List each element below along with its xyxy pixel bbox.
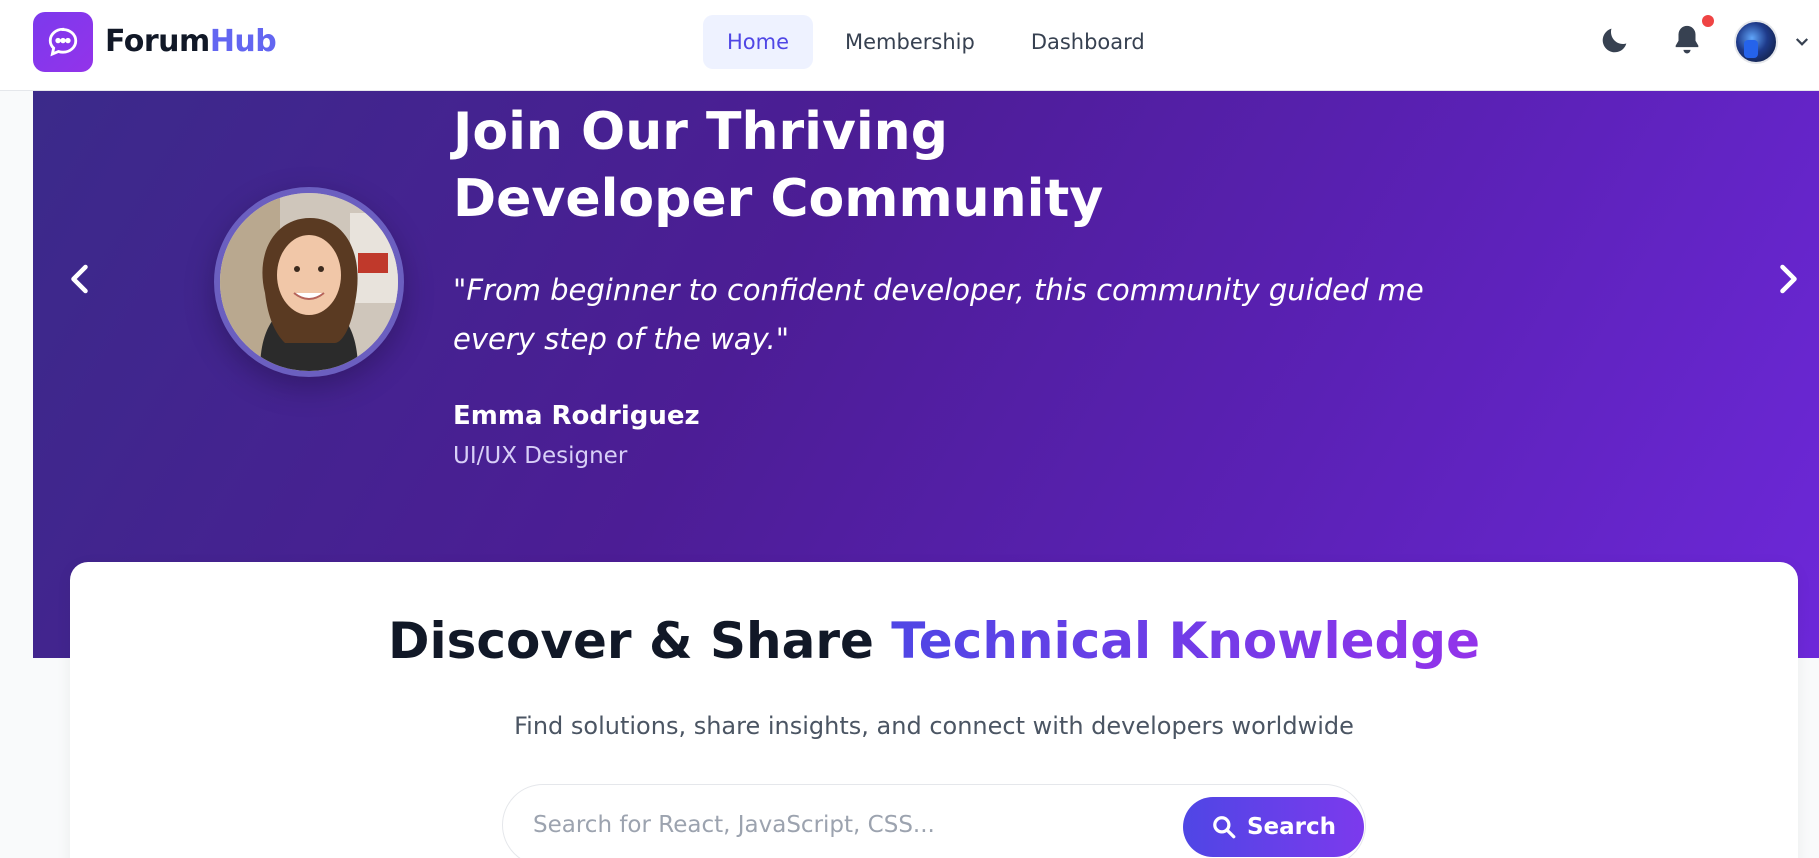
search-input[interactable]	[533, 805, 1153, 845]
testimonial-author: Emma Rodriguez	[453, 401, 700, 431]
brand-main: Forum	[105, 24, 210, 59]
chat-bubble-icon	[48, 27, 78, 57]
moon-icon[interactable]	[1598, 23, 1632, 57]
search-icon	[1213, 816, 1236, 839]
top-navbar: ForumHub Home Membership Dashboard	[0, 0, 1819, 91]
title-accent: Technical Knowledge	[891, 612, 1480, 670]
testimonial-role: UI/UX Designer	[453, 443, 628, 469]
search-button[interactable]: Search	[1183, 797, 1364, 857]
notification-dot	[1702, 15, 1714, 27]
search-section-title: Discover & Share Technical Knowledge	[70, 612, 1798, 670]
brand-accent: Hub	[209, 24, 277, 59]
chevron-left-icon[interactable]	[63, 261, 99, 297]
search-button-label: Search	[1246, 814, 1337, 840]
brand-name[interactable]: ForumHub	[105, 24, 277, 59]
nav-membership[interactable]: Membership	[821, 15, 999, 69]
logo[interactable]	[33, 12, 93, 72]
chevron-down-icon[interactable]	[1793, 33, 1811, 51]
main-nav: Home Membership Dashboard	[703, 15, 1169, 69]
chevron-right-icon[interactable]	[1769, 261, 1805, 297]
person-photo	[220, 193, 398, 371]
testimonial-quote: "From beginner to confident developer, t…	[453, 273, 1424, 356]
search-card: Discover & Share Technical Knowledge Fin…	[70, 562, 1798, 858]
nav-home[interactable]: Home	[703, 15, 814, 69]
user-avatar[interactable]	[1734, 20, 1778, 64]
nav-dashboard[interactable]: Dashboard	[1007, 15, 1169, 69]
hero-title: Join Our Thriving Developer Community	[453, 102, 1104, 229]
search-bar: Search	[502, 784, 1366, 858]
testimonial-portrait	[214, 187, 404, 377]
bell-icon[interactable]	[1670, 23, 1704, 57]
title-plain: Discover & Share	[388, 612, 892, 670]
search-section-subtitle: Find solutions, share insights, and conn…	[514, 712, 1354, 740]
